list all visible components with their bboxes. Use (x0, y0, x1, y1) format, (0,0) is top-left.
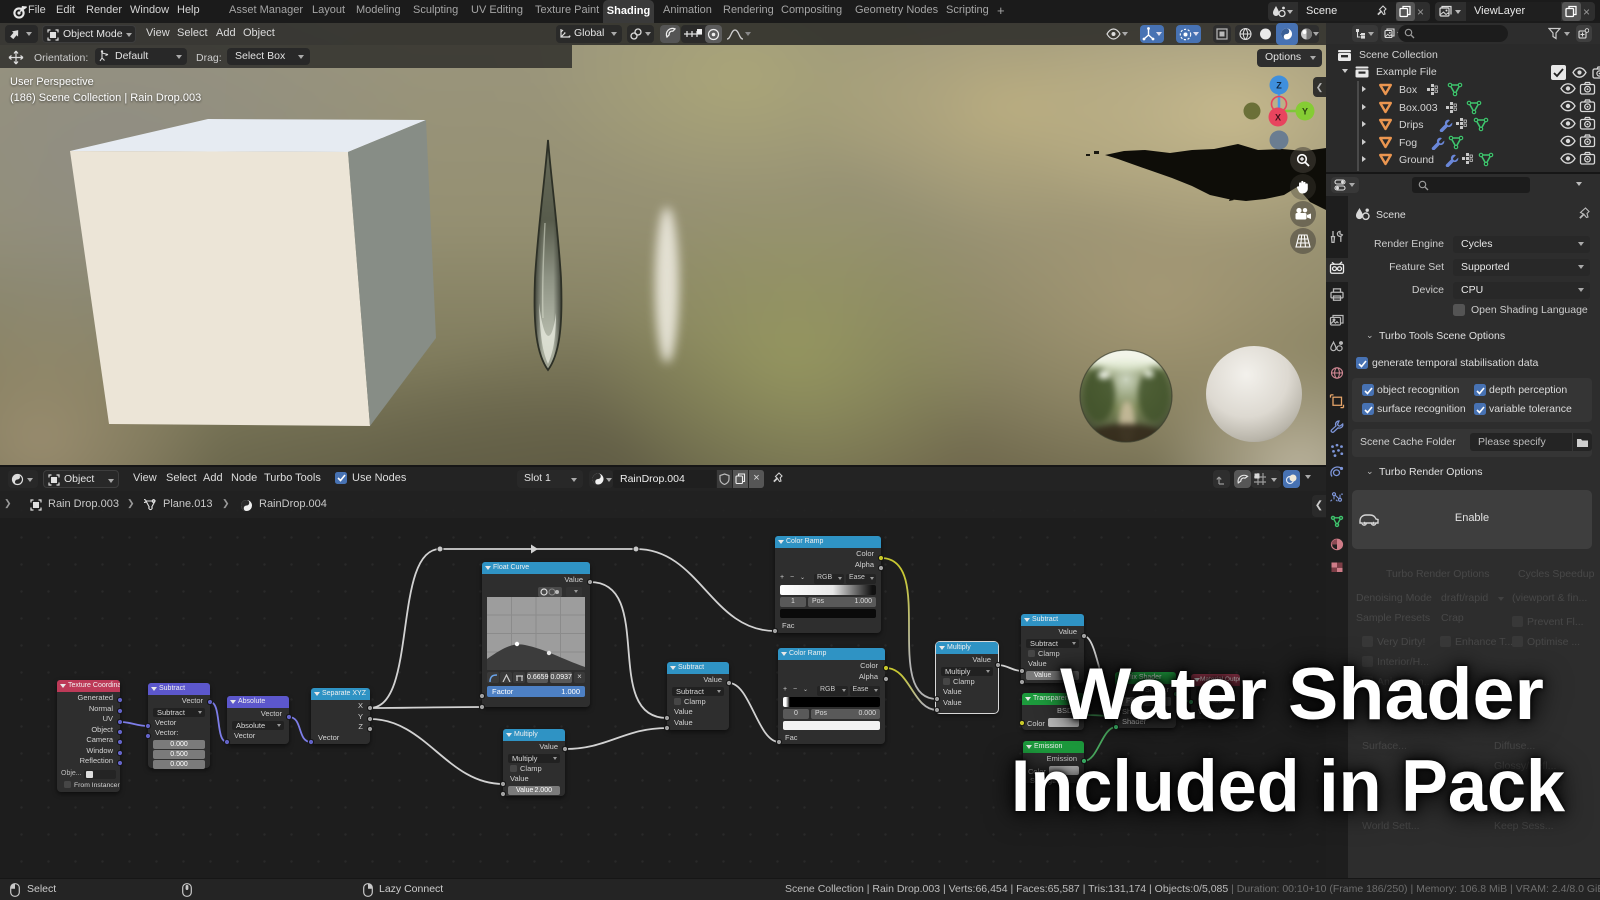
svg-text:X: X (1275, 113, 1281, 123)
svg-text:Y: Y (1302, 107, 1308, 117)
svg-text:Z: Z (1276, 81, 1282, 91)
